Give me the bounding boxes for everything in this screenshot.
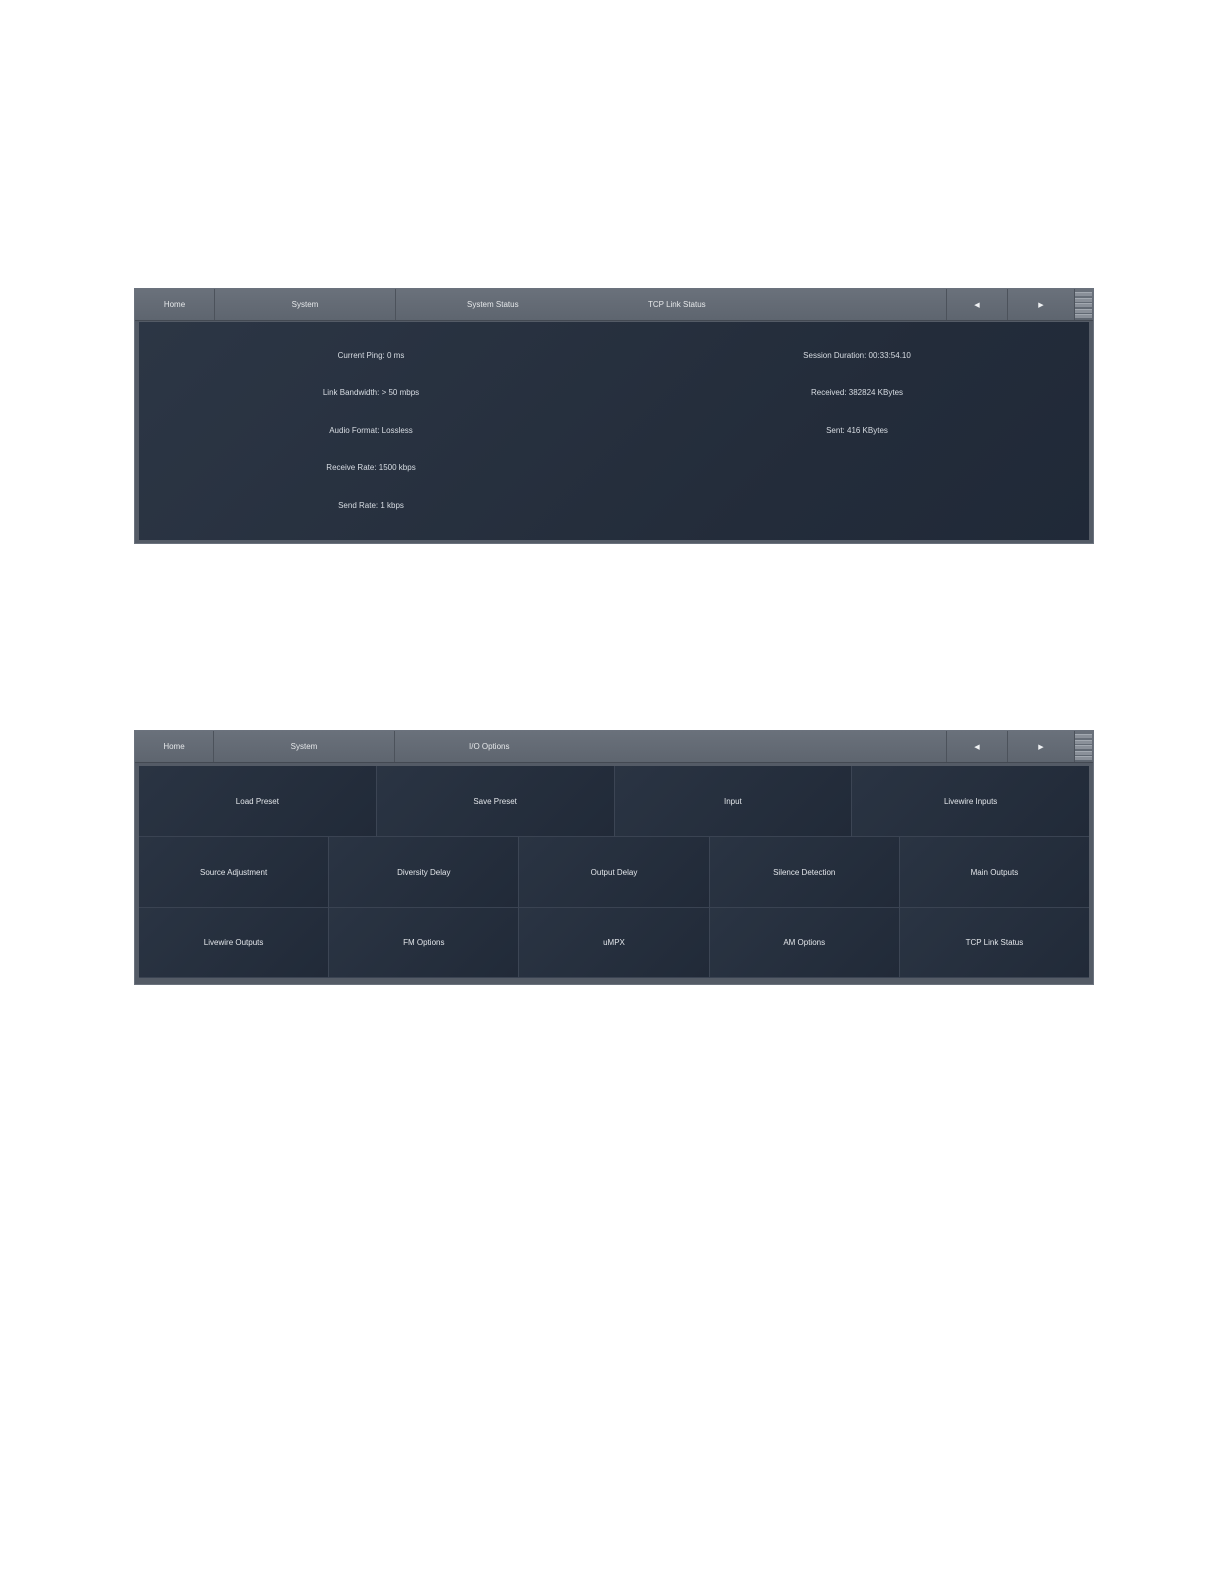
output-delay-button[interactable]: Output Delay (519, 837, 710, 908)
session-duration: Session Duration: 00:33:54.10 (803, 351, 911, 360)
breadcrumb-system-status[interactable]: System Status (467, 289, 587, 320)
umpx-button[interactable]: uMPX (519, 908, 710, 978)
io-options-panel: Home System I/O Options ◀ ▶ Load Preset … (134, 730, 1094, 985)
load-preset-button[interactable]: Load Preset (139, 766, 377, 837)
menu-icon[interactable] (1075, 734, 1092, 760)
source-adjustment-button[interactable]: Source Adjustment (139, 837, 330, 908)
sent-bytes: Sent: 416 KBytes (826, 426, 888, 435)
system-button[interactable]: System (215, 289, 396, 320)
main-outputs-button[interactable]: Main Outputs (899, 837, 1090, 908)
options-row-1: Load Preset Save Preset Input Livewire I… (139, 766, 1089, 837)
home-button[interactable]: Home (135, 731, 214, 762)
received-bytes: Received: 382824 KBytes (810, 388, 904, 397)
save-preset-button[interactable]: Save Preset (376, 766, 615, 837)
fm-options-button[interactable]: FM Options (329, 908, 520, 978)
options-row-2: Source Adjustment Diversity Delay Output… (139, 837, 1090, 908)
arrow-right-icon: ▶ (1038, 743, 1044, 751)
system-button[interactable]: System (214, 731, 395, 762)
arrow-left-icon: ◀ (974, 301, 980, 309)
top-nav-bar: Home System System Status TCP Link Statu… (135, 289, 1093, 321)
am-options-button[interactable]: AM Options (709, 908, 900, 978)
next-page-button[interactable]: ▶ (1008, 731, 1075, 762)
audio-format: Audio Format: Lossless (329, 426, 413, 435)
status-content: Current Ping: 0 ms Link Bandwidth: > 50 … (139, 322, 1089, 540)
prev-page-button[interactable]: ◀ (946, 289, 1008, 320)
top-nav-bar: Home System I/O Options ◀ ▶ (135, 731, 1093, 763)
next-page-button[interactable]: ▶ (1008, 289, 1075, 320)
silence-detection-button[interactable]: Silence Detection (709, 837, 900, 908)
livewire-outputs-button[interactable]: Livewire Outputs (139, 908, 330, 978)
input-button[interactable]: Input (614, 766, 853, 837)
options-row-3: Livewire Outputs FM Options uMPX AM Opti… (139, 908, 1090, 978)
current-ping: Current Ping: 0 ms (337, 351, 405, 360)
diversity-delay-button[interactable]: Diversity Delay (329, 837, 520, 908)
tcp-link-status-button[interactable]: TCP Link Status (899, 908, 1090, 978)
breadcrumb-tcp-link-status: TCP Link Status (648, 300, 706, 309)
home-button[interactable]: Home (135, 289, 215, 320)
breadcrumb-io-options: I/O Options (469, 742, 510, 751)
livewire-inputs-button[interactable]: Livewire Inputs (852, 766, 1089, 837)
receive-rate: Receive Rate: 1500 kbps (326, 463, 416, 472)
tcp-link-status-panel: Home System System Status TCP Link Statu… (134, 288, 1094, 544)
send-rate: Send Rate: 1 kbps (338, 501, 404, 510)
link-bandwidth: Link Bandwidth: > 50 mbps (322, 388, 420, 397)
arrow-left-icon: ◀ (974, 743, 980, 751)
prev-page-button[interactable]: ◀ (946, 731, 1008, 762)
arrow-right-icon: ▶ (1038, 301, 1044, 309)
menu-icon[interactable] (1075, 292, 1092, 318)
